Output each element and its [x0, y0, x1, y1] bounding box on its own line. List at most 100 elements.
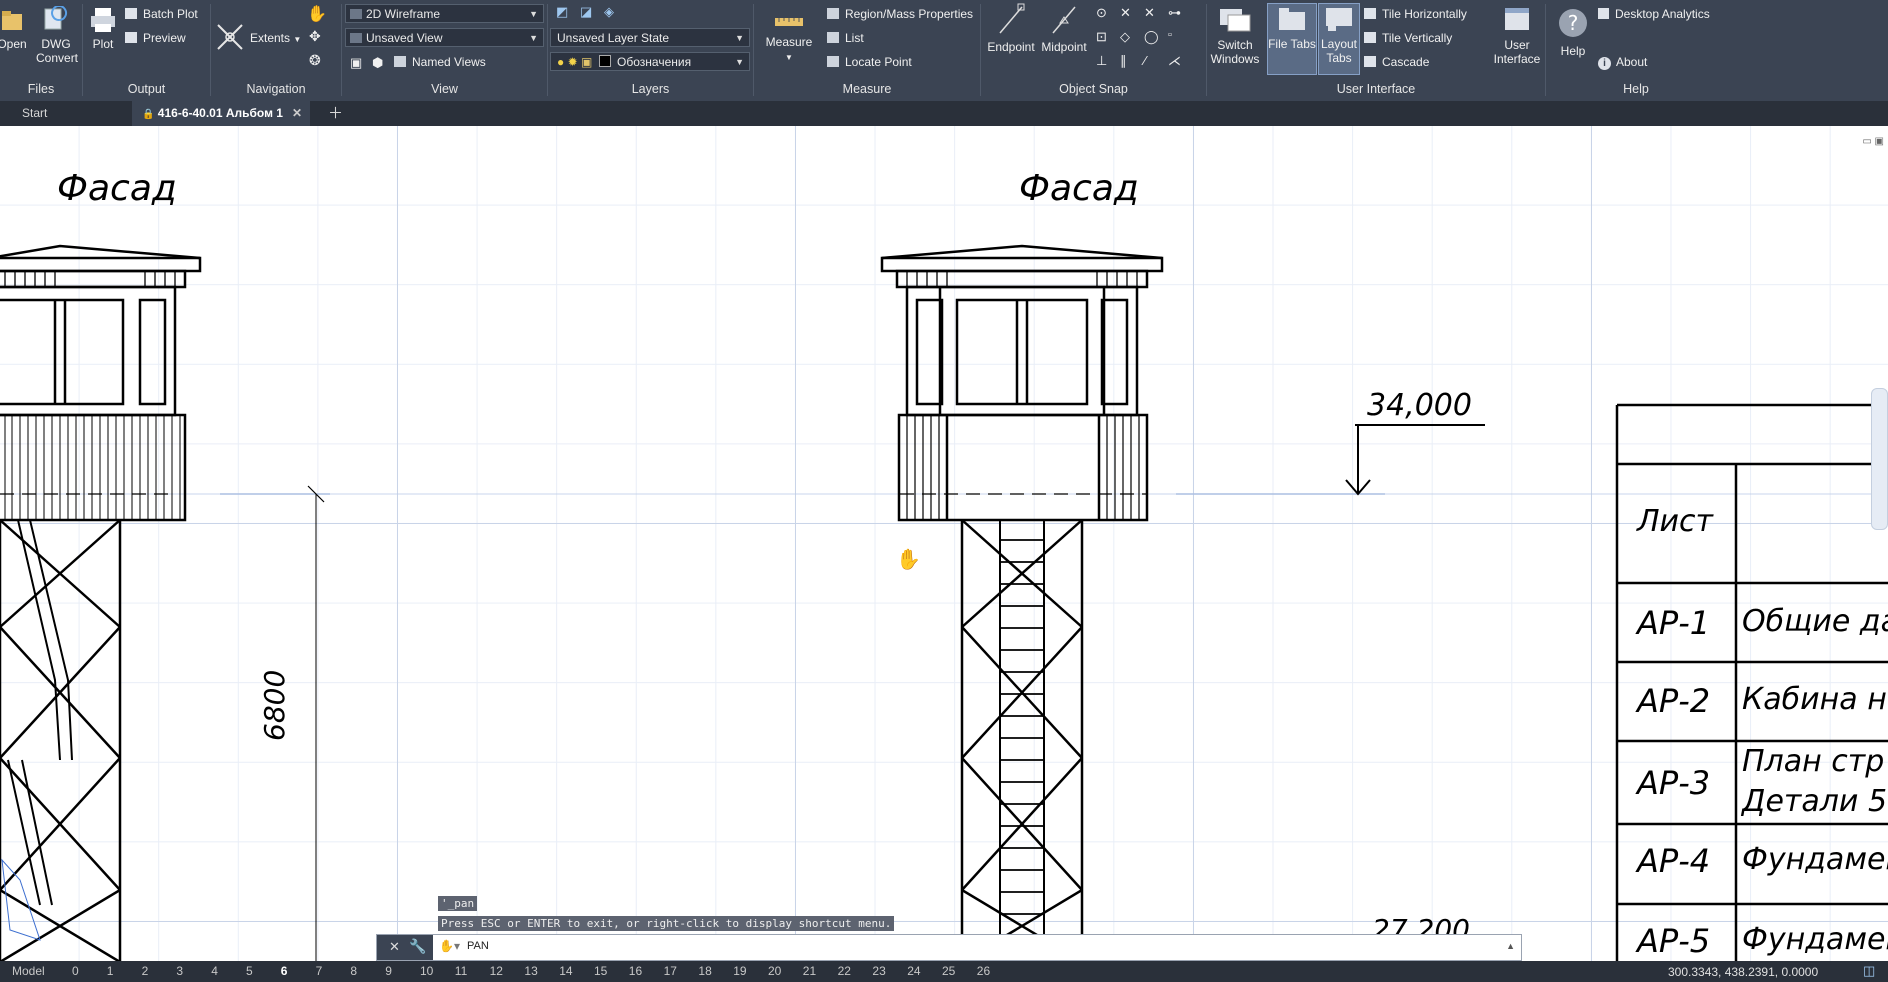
svg-text:?: ?	[1568, 11, 1579, 35]
layout-tab-24[interactable]: 24	[907, 964, 920, 978]
layout-tab-17[interactable]: 17	[664, 964, 677, 978]
nearest-snap-icon[interactable]: ⋌	[1168, 53, 1181, 69]
model-tab[interactable]: Model	[12, 964, 45, 978]
named-views-button[interactable]: Named Views	[394, 55, 486, 69]
view-cube-icon[interactable]: ▣	[350, 55, 362, 71]
layer-match-icon[interactable]: ◪	[580, 4, 592, 20]
right-tower	[880, 244, 1485, 962]
orbit-icon[interactable]: ✥	[309, 28, 321, 45]
layout-tab-8[interactable]: 8	[350, 964, 357, 978]
center-snap-icon[interactable]: ⊙	[1096, 5, 1107, 21]
wrench-icon[interactable]: 🔧	[409, 938, 426, 955]
command-line-grip[interactable]: ✕ 🔧	[377, 935, 433, 960]
layout-tab-7[interactable]: 7	[316, 964, 323, 978]
scrollbar-handle[interactable]	[1871, 388, 1888, 530]
region-mass-properties-button[interactable]: Region/Mass Properties	[827, 7, 973, 21]
chevron-up-icon[interactable]: ▲	[1506, 941, 1515, 951]
plot-button[interactable]: Plot	[85, 6, 121, 51]
layout-tab-13[interactable]: 13	[524, 964, 537, 978]
pan-hand-icon[interactable]: ✋	[307, 4, 327, 24]
extension-snap-icon[interactable]: ∕	[1144, 53, 1146, 68]
layout-tab-12[interactable]: 12	[490, 964, 503, 978]
switch-windows-button[interactable]: Switch Windows	[1208, 5, 1262, 66]
tangent-snap-icon[interactable]: ◯	[1144, 29, 1159, 45]
layout-tab-15[interactable]: 15	[594, 964, 607, 978]
node-snap-icon[interactable]: ⊡	[1096, 29, 1107, 45]
layout-tab-14[interactable]: 14	[559, 964, 572, 978]
view-dropdown[interactable]: Unsaved View ▼	[345, 28, 544, 47]
tile-vertically-button[interactable]: Tile Vertically	[1364, 31, 1452, 45]
sheet-name-3: План стр	[1742, 744, 1885, 779]
midpoint-button[interactable]: Midpoint	[1037, 3, 1091, 54]
visual-style-dropdown[interactable]: 2D Wireframe ▼	[345, 4, 544, 23]
locate-point-button[interactable]: Locate Point	[827, 55, 912, 69]
layout-tab-0[interactable]: 0	[72, 964, 79, 978]
file-tabs-button[interactable]: File Tabs	[1267, 3, 1317, 75]
model-space-icon[interactable]: ◫	[1863, 963, 1875, 979]
layout-tab-10[interactable]: 10	[420, 964, 433, 978]
insertion-snap-icon[interactable]: ▫	[1168, 29, 1172, 41]
layout-tab-23[interactable]: 23	[872, 964, 885, 978]
close-icon[interactable]: ✕	[292, 101, 302, 126]
open-button[interactable]: Open	[0, 6, 30, 51]
tab-drawing[interactable]: 🔒 416-6-40.01 Альбом 1 ✕	[132, 101, 310, 126]
files-panel: Open DWG Convert Files	[0, 0, 82, 101]
snap-settings-icon[interactable]: ⊶	[1168, 5, 1181, 21]
tab-start[interactable]: Start	[12, 101, 57, 126]
about-button[interactable]: i About	[1598, 55, 1647, 70]
user-interface-button[interactable]: User Interface	[1492, 5, 1542, 66]
layer-properties-icon[interactable]: ◩	[556, 4, 568, 20]
perpendicular-snap-icon[interactable]: ⊥	[1096, 53, 1107, 69]
layout-tab-20[interactable]: 20	[768, 964, 781, 978]
elevation-label-top: 34,000	[1367, 388, 1472, 423]
apparent-intersection-icon[interactable]: ✕	[1144, 5, 1155, 21]
list-button[interactable]: List	[827, 31, 864, 45]
command-input[interactable]: PAN	[467, 940, 489, 952]
layer-state-dropdown[interactable]: Unsaved Layer State ▼	[550, 28, 750, 47]
viewport-controls[interactable]: ▭ ▣	[1862, 136, 1884, 147]
layout-tab-2[interactable]: 2	[142, 964, 149, 978]
preview-button[interactable]: Preview	[125, 31, 186, 45]
zoom-extents-icon[interactable]	[215, 22, 245, 52]
endpoint-button[interactable]: Endpoint	[984, 3, 1038, 54]
cascade-button[interactable]: Cascade	[1364, 55, 1429, 69]
intersection-snap-icon[interactable]: ✕	[1120, 5, 1131, 21]
preview-icon	[125, 32, 137, 43]
layout-tab-6[interactable]: 6	[281, 964, 288, 978]
layout-tab-19[interactable]: 19	[733, 964, 746, 978]
layout-tab-25[interactable]: 25	[942, 964, 955, 978]
sun-icon: ✹	[567, 55, 578, 69]
measure-button[interactable]: Measure ▼	[763, 12, 815, 65]
steering-wheel-icon[interactable]: ❂	[309, 52, 321, 69]
layout-tab-4[interactable]: 4	[211, 964, 218, 978]
layout-tab-22[interactable]: 22	[838, 964, 851, 978]
close-icon[interactable]: ✕	[389, 939, 400, 955]
batch-plot-button[interactable]: Batch Plot	[125, 7, 198, 21]
view-icon	[350, 33, 362, 43]
3d-box-icon[interactable]: ⬢	[372, 55, 383, 71]
layout-tab-21[interactable]: 21	[803, 964, 816, 978]
layout-tab-18[interactable]: 18	[698, 964, 711, 978]
layout-tabs-button[interactable]: Layout Tabs	[1318, 3, 1360, 75]
tile-horizontally-button[interactable]: Tile Horizontally	[1364, 7, 1467, 21]
desktop-analytics-button[interactable]: Desktop Analytics	[1598, 7, 1710, 21]
parallel-snap-icon[interactable]: ∥	[1120, 53, 1127, 69]
layout-tab-26[interactable]: 26	[977, 964, 990, 978]
help-button[interactable]: ? Help	[1552, 5, 1594, 58]
quadrant-snap-icon[interactable]: ◇	[1120, 29, 1130, 45]
sheet-code-2: АР-2	[1637, 682, 1711, 720]
command-line[interactable]: ✕ 🔧 ✋▾ PAN ▲	[376, 934, 1522, 961]
layer-previous-icon[interactable]: ◈	[604, 4, 614, 20]
layout-tab-1[interactable]: 1	[107, 964, 114, 978]
layer-dropdown[interactable]: ● ✹ ▣ Обозначения ▼	[550, 52, 750, 71]
layout-tab-5[interactable]: 5	[246, 964, 253, 978]
layout-tab-11[interactable]: 11	[455, 964, 467, 978]
drawing-canvas[interactable]: Фасад Фасад 34,000 27,200 6800 Лист АР-1…	[0, 126, 1888, 962]
layout-tab-3[interactable]: 3	[176, 964, 183, 978]
extents-button[interactable]: Extents ▼	[250, 31, 301, 45]
view-panel: 2D Wireframe ▼ Unsaved View ▼ ▣ ⬢ Named …	[342, 0, 547, 101]
dwg-convert-button[interactable]: DWG Convert	[36, 6, 78, 65]
layout-tab-9[interactable]: 9	[385, 964, 392, 978]
new-tab-button[interactable]: ＋	[318, 101, 353, 126]
layout-tab-16[interactable]: 16	[629, 964, 642, 978]
